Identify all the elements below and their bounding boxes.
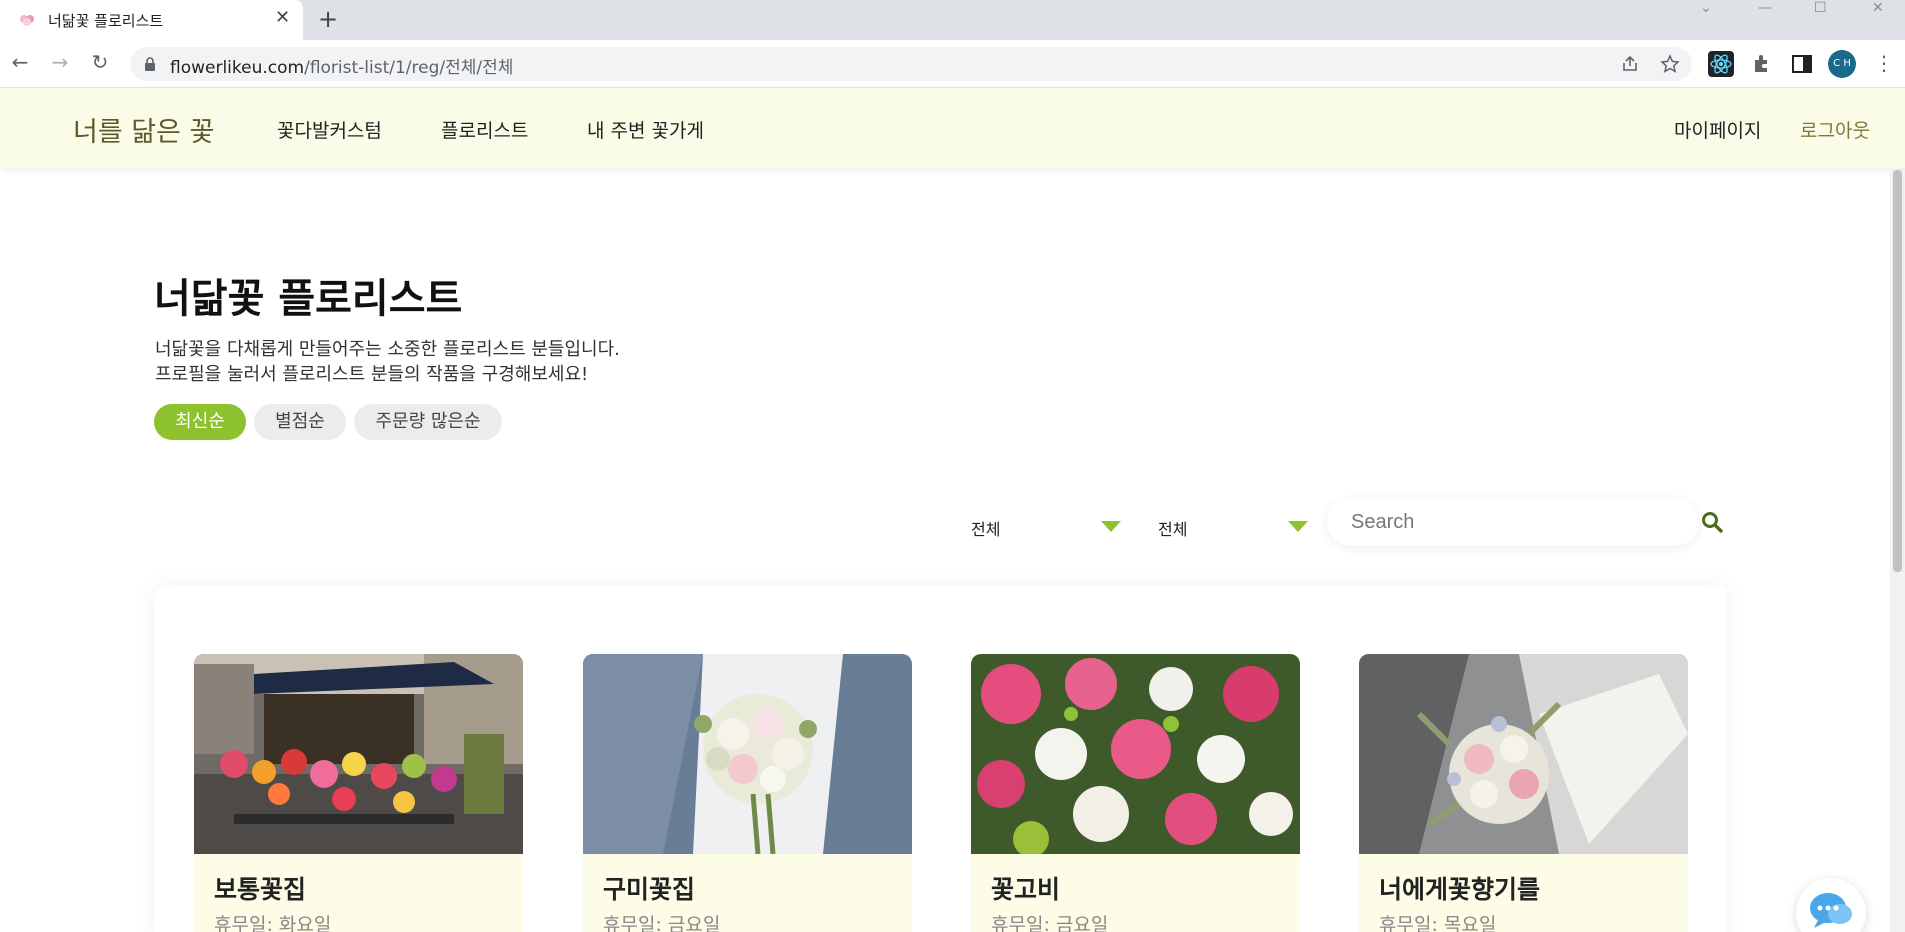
florist-card-body: 보통꽃집 휴무일: 화요일 [194,854,523,932]
close-tab-icon[interactable]: ✕ [275,8,290,28]
florist-name: 꽃고비 [991,875,1061,904]
florist-image-storefront [194,654,523,854]
page-description-line-2: 프로필을 눌러서 플로리스트 분들의 작품을 구경해보세요! [155,364,589,385]
browser-tabstrip: 너닮꽃 플로리스트 ✕ + ⌄ — ☐ ✕ [0,0,1905,40]
site-header: 너를 닮은 꽃 꽃다발커스텀 플로리스트 내 주변 꽃가게 마이페이지 로그아웃 [0,88,1905,168]
florist-holiday: 휴무일: 금요일 [991,914,1109,932]
tab-search-icon[interactable]: ⌄ [1700,0,1712,18]
chevron-down-icon [1101,521,1121,532]
url-path: /florist-list/1/reg/전체/전체 [304,58,514,78]
mypage-link[interactable]: 마이페이지 [1674,116,1761,143]
chat-bubble-icon [1810,893,1852,928]
close-window-icon[interactable]: ✕ [1872,0,1884,18]
chevron-down-icon [1288,521,1308,532]
nav-bouquet-custom[interactable]: 꽃다발커스텀 [277,116,382,143]
florist-holiday: 휴무일: 금요일 [603,914,721,932]
new-tab-icon[interactable]: + [318,6,338,32]
site-logo[interactable]: 너를 닮은 꽃 [73,110,214,149]
region-select-2[interactable]: 전체 [1158,512,1308,542]
minimize-icon[interactable]: — [1758,0,1772,18]
page-title: 너닮꽃 플로리스트 [154,276,463,322]
florist-card[interactable]: 꽃고비 휴무일: 금요일 [971,654,1300,932]
page-description-line-1: 너닮꽃을 다채롭게 만들어주는 소중한 플로리스트 분들입니다. [155,339,620,360]
back-icon[interactable]: ← [8,50,32,74]
florist-name: 보통꽃집 [214,875,307,904]
florist-card-body: 구미꽃집 휴무일: 금요일 [583,854,912,932]
url-host: flowerlikeu.com [170,58,305,78]
browser-toolbar: ← → ↻ flowerlikeu.com/florist-list/1/reg… [0,40,1905,88]
search-icon[interactable] [1700,510,1724,534]
browser-tab[interactable]: 너닮꽃 플로리스트 ✕ [0,0,303,40]
florist-card-body: 꽃고비 휴무일: 금요일 [971,854,1300,932]
star-icon[interactable] [1660,54,1680,74]
region-select-1-value: 전체 [971,520,1001,539]
scrollbar-thumb[interactable] [1893,170,1902,572]
lock-icon [145,57,155,71]
reload-icon[interactable]: ↻ [88,50,112,74]
maximize-icon[interactable]: ☐ [1814,0,1827,18]
florist-card[interactable]: 구미꽃집 휴무일: 금요일 [583,654,912,932]
florist-card[interactable]: 보통꽃집 휴무일: 화요일 [194,654,523,932]
logout-link[interactable]: 로그아웃 [1800,116,1870,143]
florist-image-pink-roses [971,654,1300,854]
nav-florist[interactable]: 플로리스트 [441,116,528,143]
florist-name: 구미꽃집 [603,875,696,904]
address-bar[interactable]: flowerlikeu.com/florist-list/1/reg/전체/전체 [130,47,1692,81]
florist-card[interactable]: 너에게꽃향기를 휴무일: 목요일 [1359,654,1688,932]
sort-orders-button[interactable]: 주문량 많은순 [354,404,502,440]
region-select-2-value: 전체 [1158,520,1188,539]
florist-holiday: 휴무일: 화요일 [214,914,332,932]
tab-title: 너닮꽃 플로리스트 [48,12,164,30]
florist-image-wrapped-bouquet [1359,654,1688,854]
chat-button[interactable] [1796,878,1866,932]
menu-icon[interactable]: ⋮ [1874,52,1894,74]
profile-avatar[interactable]: C H [1828,50,1856,78]
share-icon[interactable] [1620,54,1640,74]
extensions-icon[interactable] [1749,51,1775,77]
react-devtools-icon[interactable] [1708,51,1734,77]
florist-card-body: 너에게꽃향기를 휴무일: 목요일 [1359,854,1688,932]
url-text: flowerlikeu.com/florist-list/1/reg/전체/전체 [170,53,513,78]
flower-favicon-icon [20,15,34,26]
search-input[interactable] [1351,510,1671,534]
sort-rating-button[interactable]: 별점순 [254,404,346,440]
florist-holiday: 휴무일: 목요일 [1379,914,1497,932]
nav-nearby-shops[interactable]: 내 주변 꽃가게 [587,116,704,143]
florist-name: 너에게꽃향기를 [1379,875,1541,904]
sort-latest-button[interactable]: 최신순 [154,404,246,440]
forward-icon[interactable]: → [48,50,72,74]
region-select-1[interactable]: 전체 [971,512,1121,542]
florist-image-bridal-bouquet [583,654,912,854]
side-panel-icon[interactable] [1789,51,1815,77]
search-box [1327,498,1699,546]
page-scrollbar[interactable] [1890,168,1905,932]
